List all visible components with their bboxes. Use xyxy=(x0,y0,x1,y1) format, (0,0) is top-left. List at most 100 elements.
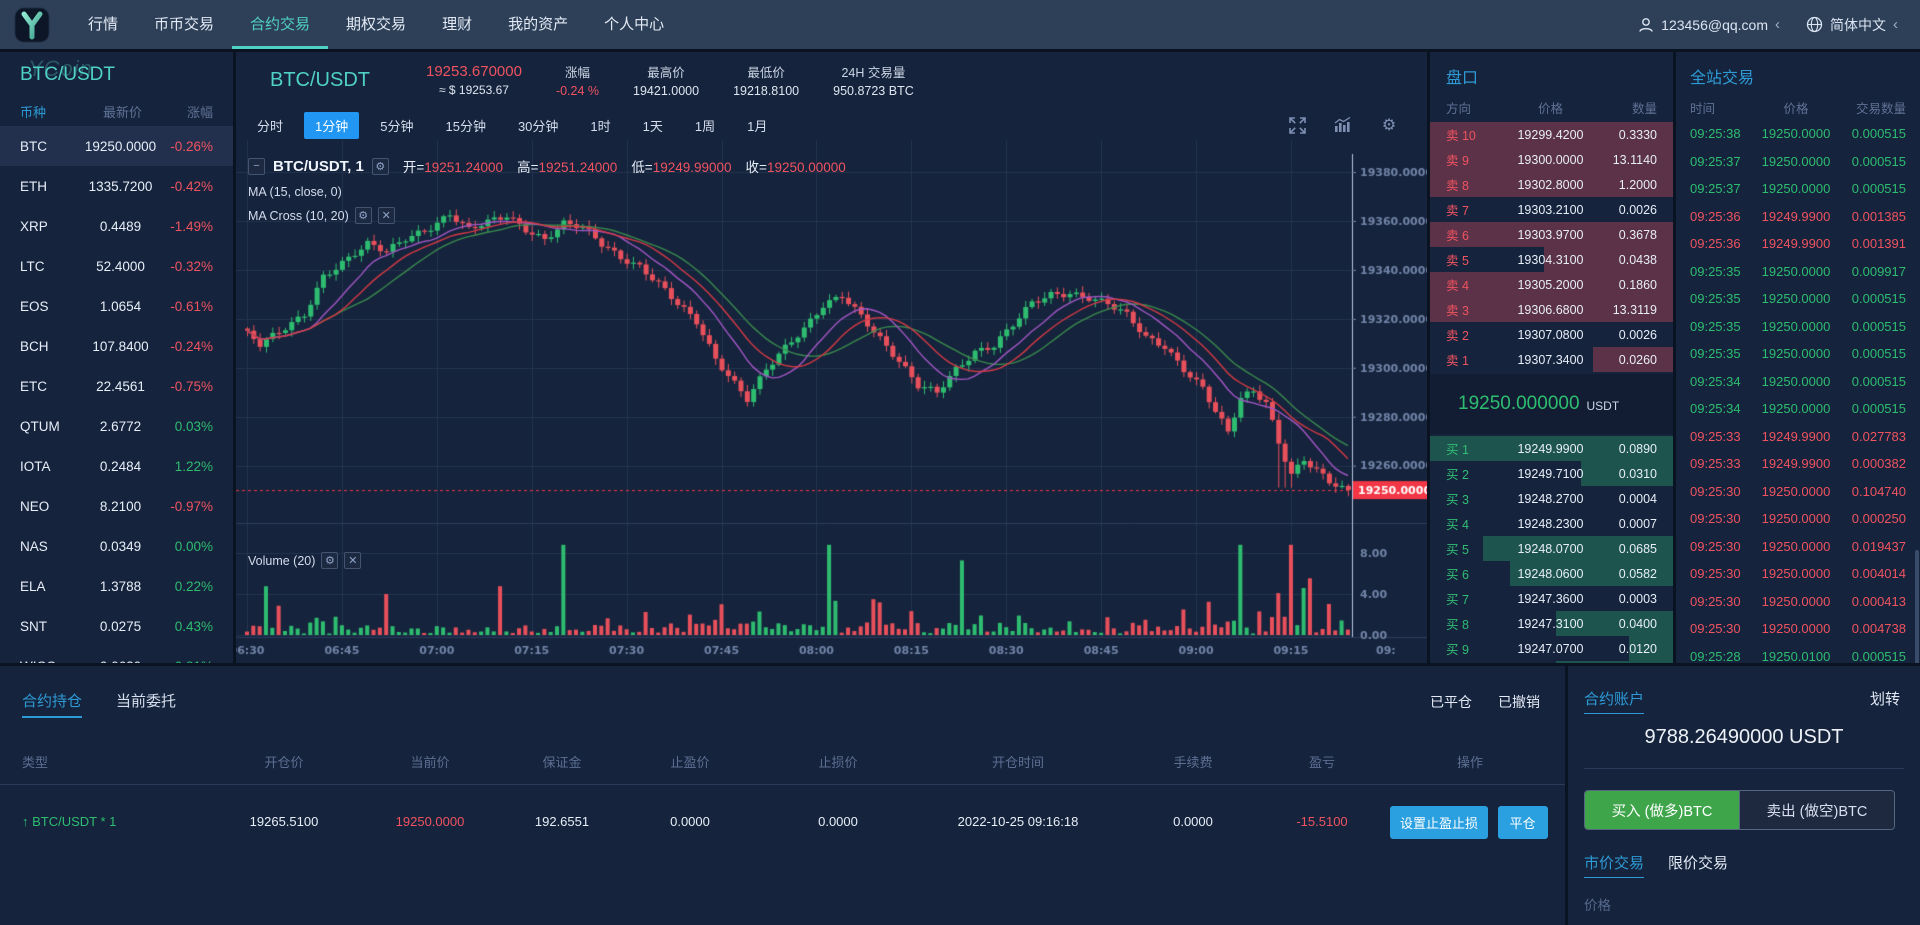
watchlist-row[interactable]: ELA 1.3788 0.22% xyxy=(0,566,233,606)
nav-menu-item[interactable]: 币币交易 xyxy=(136,0,232,49)
watchlist-row[interactable]: ETC 22.4561 -0.75% xyxy=(0,366,233,406)
coin-symbol: BTC xyxy=(20,139,84,154)
interval-button[interactable]: 30分钟 xyxy=(507,112,569,139)
account-title[interactable]: 合约账户 xyxy=(1584,688,1644,714)
positions-tab[interactable]: 合约持仓 xyxy=(22,690,82,718)
coin-change: -0.24% xyxy=(157,339,213,354)
chart-style-icon[interactable] xyxy=(1333,115,1353,135)
user-account-menu[interactable]: 123456@qq.com ‹ xyxy=(1638,16,1780,33)
bid-price: 19249.7100 xyxy=(1502,467,1599,481)
ask-price: 19303.9700 xyxy=(1502,228,1599,242)
chart-settings-gear-icon[interactable]: ⚙ xyxy=(1379,115,1399,135)
coin-change: 0.00% xyxy=(157,539,213,554)
bid-row[interactable]: 买 1 19249.9900 0.0890 xyxy=(1430,436,1673,461)
trade-time: 09:25:35 xyxy=(1690,319,1752,334)
watchlist-row[interactable]: IOTA 0.2484 1.22% xyxy=(0,446,233,486)
bid-row[interactable]: 买 3 19248.2700 0.0004 xyxy=(1430,486,1673,511)
ask-price: 19299.4200 xyxy=(1502,128,1599,142)
trade-price: 19249.9900 xyxy=(1752,456,1840,471)
pnl: -15.5100 xyxy=(1272,814,1372,829)
nav-menu-item[interactable]: 期权交易 xyxy=(328,0,424,49)
order-type-tab[interactable]: 市价交易 xyxy=(1584,852,1644,878)
bid-row[interactable]: 买 5 19248.0700 0.0685 xyxy=(1430,536,1673,561)
watchlist-row[interactable]: SNT 0.0275 0.43% xyxy=(0,606,233,646)
interval-button[interactable]: 1天 xyxy=(632,112,674,139)
col-symbol[interactable]: 币种 xyxy=(20,102,84,121)
price-block: 19253.670000 ≈ $ 19253.67 xyxy=(426,63,522,97)
watchlist-row[interactable]: LTC 52.4000 -0.32% xyxy=(0,246,233,286)
nav-menu-item[interactable]: 我的资产 xyxy=(490,0,586,49)
trade-amount: 0.000515 xyxy=(1840,374,1906,389)
ask-row[interactable]: 卖 3 19306.6800 13.3119 xyxy=(1430,297,1673,322)
col-last-price: 最新价 xyxy=(84,102,161,121)
nav-menu-item[interactable]: 个人中心 xyxy=(586,0,682,49)
nav-menu-item[interactable]: 理财 xyxy=(424,0,490,49)
bid-amount: 0.0004 xyxy=(1599,492,1657,506)
ask-row[interactable]: 卖 9 19300.0000 13.1140 xyxy=(1430,147,1673,172)
trade-price: 19250.0000 xyxy=(1752,264,1840,279)
bid-row[interactable]: 买 2 19249.7100 0.0310 xyxy=(1430,461,1673,486)
bid-row[interactable]: 买 9 19247.0700 0.0120 xyxy=(1430,636,1673,661)
trade-time: 09:25:36 xyxy=(1690,209,1752,224)
interval-button[interactable]: 1分钟 xyxy=(304,112,359,139)
interval-button[interactable]: 1周 xyxy=(684,112,726,139)
bid-row[interactable]: 买 4 19248.2300 0.0007 xyxy=(1430,511,1673,536)
scrollbar-thumb[interactable] xyxy=(1915,550,1919,663)
interval-button[interactable]: 1月 xyxy=(736,112,778,139)
trade-price: 19250.0000 xyxy=(1752,566,1840,581)
bid-row[interactable]: 买 10 19247.0400 0.0400 xyxy=(1430,661,1673,663)
interval-button[interactable]: 分时 xyxy=(246,112,294,139)
sell-short-button[interactable]: 卖出 (做空)BTC xyxy=(1739,791,1894,829)
bid-row[interactable]: 买 6 19248.0600 0.0582 xyxy=(1430,561,1673,586)
bid-row[interactable]: 买 7 19247.3600 0.0003 xyxy=(1430,586,1673,611)
history-link[interactable]: 已撤销 xyxy=(1498,692,1540,712)
stat: 最低价 19218.8100 xyxy=(733,62,799,98)
volume-gear-icon[interactable]: ⚙ xyxy=(321,552,338,569)
bid-row[interactable]: 买 8 19247.3100 0.0400 xyxy=(1430,611,1673,636)
ask-row[interactable]: 卖 1 19307.3400 0.0260 xyxy=(1430,347,1673,372)
volume-close-icon[interactable]: ✕ xyxy=(344,552,361,569)
ask-row[interactable]: 卖 4 19305.2000 0.1860 xyxy=(1430,272,1673,297)
watchlist-row[interactable]: BCH 107.8400 -0.24% xyxy=(0,326,233,366)
ask-row[interactable]: 卖 8 19302.8000 1.2000 xyxy=(1430,172,1673,197)
language-selector[interactable]: 简体中文 ‹ xyxy=(1806,15,1898,35)
indicator-gear-icon[interactable]: ⚙ xyxy=(355,207,372,224)
trade-row: 09:25:34 19250.0000 0.000515 xyxy=(1676,368,1920,396)
ask-row[interactable]: 卖 6 19303.9700 0.3678 xyxy=(1430,222,1673,247)
nav-menu-item[interactable]: 行情 xyxy=(70,0,136,49)
watchlist-row[interactable]: WICC 0.0620 0.81% xyxy=(0,646,233,663)
watchlist-row[interactable]: XRP 0.4489 -1.49% xyxy=(0,206,233,246)
interval-button[interactable]: 1时 xyxy=(579,112,621,139)
stat-label: 涨幅 xyxy=(556,62,599,81)
close-position-button[interactable]: 平仓 xyxy=(1498,806,1548,839)
watchlist-row[interactable]: QTUM 2.6772 0.03% xyxy=(0,406,233,446)
watchlist-row[interactable]: BTC 19250.0000 -0.26% xyxy=(0,126,233,166)
ask-row[interactable]: 卖 10 19299.4200 0.3330 xyxy=(1430,122,1673,147)
history-link[interactable]: 已平仓 xyxy=(1430,692,1472,712)
watchlist-row[interactable]: NEO 8.2100 -0.97% xyxy=(0,486,233,526)
positions-panel: 合约持仓当前委托 已平仓已撤销 类型 开仓价 当前价 保证金 止盈价 止损价 开… xyxy=(0,666,1565,925)
trade-price: 19250.0000 xyxy=(1752,154,1840,169)
set-tpsl-button[interactable]: 设置止盈止损 xyxy=(1390,806,1488,839)
legend-collapse-icon[interactable]: − xyxy=(248,158,265,175)
transfer-link[interactable]: 划转 xyxy=(1870,688,1900,709)
watchlist-row[interactable]: ETH 1335.7200 -0.42% xyxy=(0,166,233,206)
legend-gear-icon[interactable]: ⚙ xyxy=(372,158,389,175)
ask-row[interactable]: 卖 2 19307.0800 0.0026 xyxy=(1430,322,1673,347)
brand-logo[interactable] xyxy=(0,0,64,49)
coin-symbol: XRP xyxy=(20,219,84,234)
interval-button[interactable]: 5分钟 xyxy=(369,112,424,139)
order-type-tab[interactable]: 限价交易 xyxy=(1668,852,1728,878)
ask-row[interactable]: 卖 7 19303.2100 0.0026 xyxy=(1430,197,1673,222)
nav-menu-item[interactable]: 合约交易 xyxy=(232,0,328,49)
interval-button[interactable]: 15分钟 xyxy=(434,112,496,139)
watchlist-row[interactable]: EOS 1.0654 -0.61% xyxy=(0,286,233,326)
indicator-close-icon[interactable]: ✕ xyxy=(378,207,395,224)
trade-time: 09:25:34 xyxy=(1690,401,1752,416)
watchlist-row[interactable]: NAS 0.0349 0.00% xyxy=(0,526,233,566)
ask-row[interactable]: 卖 5 19304.3100 0.0438 xyxy=(1430,247,1673,272)
user-icon xyxy=(1638,17,1654,33)
fullscreen-icon[interactable] xyxy=(1287,115,1307,135)
positions-tab[interactable]: 当前委托 xyxy=(116,690,176,718)
buy-long-button[interactable]: 买入 (做多)BTC xyxy=(1585,791,1739,829)
